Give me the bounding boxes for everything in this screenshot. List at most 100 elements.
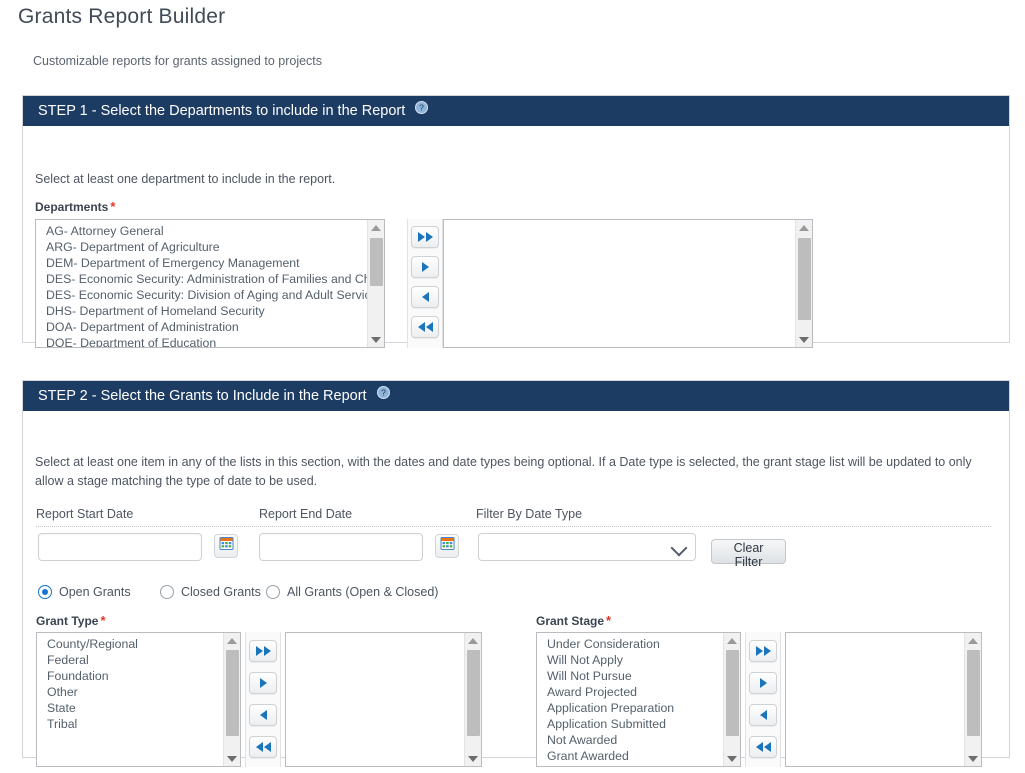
scroll-up-arrow-icon[interactable] [224, 633, 240, 648]
scroll-down-arrow-icon[interactable] [724, 751, 740, 766]
move-all-left-button[interactable] [249, 736, 277, 758]
move-left-button[interactable] [749, 704, 777, 726]
list-item[interactable]: County/Regional [37, 636, 223, 652]
list-item[interactable]: Award Projected [537, 684, 723, 700]
scrollbar[interactable] [367, 220, 384, 347]
list-item[interactable]: DEM- Department of Emergency Management [36, 255, 367, 271]
report-end-date-calendar-button[interactable] [435, 534, 459, 558]
radio-label: Closed Grants [181, 585, 261, 599]
scrollbar-thumb[interactable] [370, 238, 383, 286]
list-item[interactable]: DOA- Department of Administration [36, 319, 367, 335]
list-item[interactable]: ARG- Department of Agriculture [36, 239, 367, 255]
list-item[interactable]: Under Consideration [537, 636, 723, 652]
scroll-up-arrow-icon[interactable] [465, 633, 481, 648]
move-all-right-button[interactable] [411, 226, 439, 248]
scrollbar[interactable] [795, 220, 812, 347]
list-item[interactable]: DES- Economic Security: Division of Agin… [36, 287, 367, 303]
scrollbar-thumb[interactable] [798, 238, 811, 320]
list-item[interactable]: Foundation [37, 668, 223, 684]
list-item[interactable]: AG- Attorney General [36, 223, 367, 239]
scroll-up-arrow-icon[interactable] [724, 633, 740, 648]
help-circle-icon[interactable]: ? [376, 380, 390, 410]
scrollbar-thumb[interactable] [226, 650, 239, 736]
scrollbar[interactable] [223, 633, 240, 766]
radio-indicator[interactable] [160, 585, 174, 599]
clear-filter-button[interactable]: Clear Filter [711, 539, 786, 569]
chevron-right-icon [421, 262, 429, 272]
step1-header-label: STEP 1 - Select the Departments to inclu… [38, 103, 406, 119]
list-item[interactable]: Not Awarded [537, 732, 723, 748]
required-asterisk: * [606, 613, 612, 628]
move-all-right-button[interactable] [749, 640, 777, 662]
move-right-button[interactable] [249, 672, 277, 694]
scroll-down-arrow-icon[interactable] [465, 751, 481, 766]
double-chevron-right-icon [255, 646, 271, 656]
double-chevron-left-icon [755, 742, 771, 752]
grant-stage-transfer-buttons [745, 632, 781, 767]
help-circle-icon[interactable]: ? [415, 95, 429, 125]
page-title: Grants Report Builder [18, 5, 226, 28]
report-end-date-input[interactable] [259, 533, 423, 561]
grant-stage-available-listbox[interactable]: Under Consideration Will Not Apply Will … [536, 632, 741, 767]
list-item[interactable]: Grant Awarded [537, 748, 723, 764]
list-item[interactable]: Will Not Apply [537, 652, 723, 668]
departments-available-listbox[interactable]: AG- Attorney General ARG- Department of … [35, 219, 385, 348]
double-chevron-left-icon [255, 742, 271, 752]
grant-stage-selected-listbox[interactable] [785, 632, 982, 767]
list-item[interactable]: Application Submitted [537, 716, 723, 732]
report-start-date-input[interactable] [38, 533, 202, 561]
scrollbar-thumb[interactable] [967, 650, 980, 736]
list-item[interactable]: Will Not Pursue [537, 668, 723, 684]
move-all-left-button[interactable] [411, 316, 439, 338]
report-start-date-calendar-button[interactable] [214, 534, 238, 558]
list-item[interactable]: DOE- Department of Education [36, 335, 367, 347]
list-item[interactable]: Tribal [37, 716, 223, 732]
grant-type-selected-listbox[interactable] [285, 632, 482, 767]
page-subtitle: Customizable reports for grants assigned… [33, 54, 323, 68]
list-item[interactable]: DHS- Department of Homeland Security [36, 303, 367, 319]
grant-type-available-listbox[interactable]: County/Regional Federal Foundation Other… [36, 632, 241, 767]
double-chevron-left-icon [417, 322, 433, 332]
move-left-button[interactable] [249, 704, 277, 726]
scrollbar[interactable] [464, 633, 481, 766]
radio-label: Open Grants [59, 585, 131, 599]
required-asterisk: * [110, 199, 116, 214]
filter-by-date-type-select[interactable] [478, 533, 696, 561]
radio-all-grants[interactable]: All Grants (Open & Closed) [266, 585, 438, 599]
move-right-button[interactable] [749, 672, 777, 694]
scrollbar-thumb[interactable] [467, 650, 480, 736]
scroll-up-arrow-icon[interactable] [965, 633, 981, 648]
move-left-button[interactable] [411, 286, 439, 308]
scroll-down-arrow-icon[interactable] [368, 332, 384, 347]
radio-open-grants[interactable]: Open Grants [38, 585, 131, 599]
scrollbar[interactable] [964, 633, 981, 766]
list-item[interactable]: Other [37, 684, 223, 700]
move-all-left-button[interactable] [749, 736, 777, 758]
grant-type-label: Grant Type * [36, 613, 106, 628]
double-chevron-right-icon [755, 646, 771, 656]
scroll-up-arrow-icon[interactable] [368, 220, 384, 235]
scroll-down-arrow-icon[interactable] [796, 332, 812, 347]
grant-stage-selected-options [786, 633, 964, 766]
grant-type-available-options: County/Regional Federal Foundation Other… [37, 633, 223, 766]
list-item[interactable]: State [37, 700, 223, 716]
radio-indicator[interactable] [38, 585, 52, 599]
step2-header: STEP 2 - Select the Grants to Include in… [23, 381, 1009, 411]
list-item[interactable]: DES- Economic Security: Administration o… [36, 271, 367, 287]
departments-selected-listbox[interactable] [443, 219, 813, 348]
scrollbar[interactable] [723, 633, 740, 766]
move-all-right-button[interactable] [249, 640, 277, 662]
radio-closed-grants[interactable]: Closed Grants [160, 585, 261, 599]
departments-label-text: Departments [35, 200, 109, 214]
scroll-up-arrow-icon[interactable] [796, 220, 812, 235]
step2-header-label: STEP 2 - Select the Grants to Include in… [38, 388, 367, 404]
scroll-down-arrow-icon[interactable] [965, 751, 981, 766]
report-end-date-label: Report End Date [259, 507, 353, 521]
move-right-button[interactable] [411, 256, 439, 278]
scrollbar-thumb[interactable] [726, 650, 739, 736]
scroll-down-arrow-icon[interactable] [224, 751, 240, 766]
chevron-left-icon [259, 710, 267, 720]
radio-indicator[interactable] [266, 585, 280, 599]
list-item[interactable]: Application Preparation [537, 700, 723, 716]
list-item[interactable]: Federal [37, 652, 223, 668]
